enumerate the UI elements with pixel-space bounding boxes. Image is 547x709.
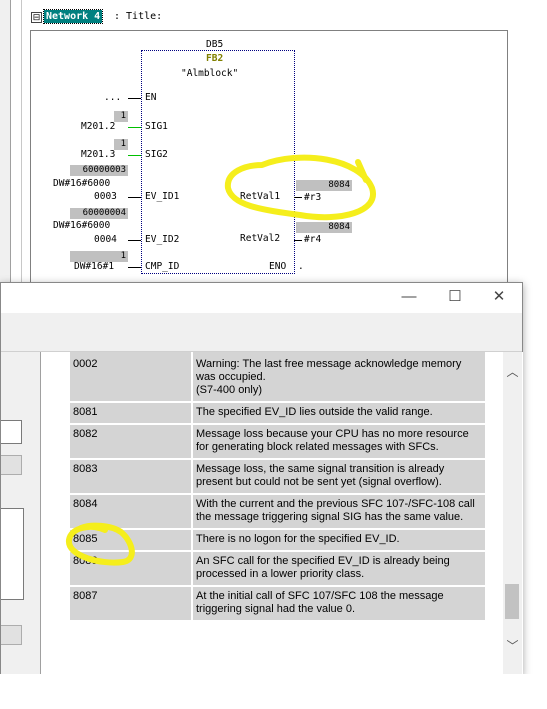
maximize-button[interactable]: ☐ <box>432 283 478 313</box>
description-cell: Message loss because your CPU has no mor… <box>191 425 485 460</box>
close-button[interactable]: ✕ <box>476 283 522 313</box>
help-toolbar <box>1 313 522 352</box>
vertical-scrollbar[interactable]: ︿ ﹀ <box>503 352 522 675</box>
description-cell: There is no logon for the specified EV_I… <box>191 530 485 552</box>
description-cell: The specified EV_ID lies outside the val… <box>191 403 485 425</box>
list-topics-button[interactable] <box>1 455 22 475</box>
bottom-area <box>0 674 547 709</box>
scroll-thumb[interactable] <box>505 584 519 619</box>
navigation-pane <box>1 352 39 675</box>
display-button[interactable] <box>1 625 22 645</box>
retval1-highlight-ellipse <box>224 154 376 221</box>
title-bar[interactable]: — ☐ ✕ <box>1 283 522 313</box>
search-input[interactable] <box>1 420 22 444</box>
topics-list[interactable] <box>1 508 24 600</box>
description-cell: An SFC call for the specified EV_ID is a… <box>191 552 485 587</box>
description-cell: Message loss, the same signal transition… <box>191 460 485 495</box>
help-content-pane: only)0002Warning: The last free message … <box>40 352 523 675</box>
code-8084-highlight-circle <box>66 522 135 566</box>
help-window: — ☐ ✕ only)0002Warning: The last free me… <box>0 282 523 676</box>
minimize-button[interactable]: — <box>386 283 432 313</box>
description-cell: At the initial call of SFC 107/SFC 108 t… <box>191 587 485 622</box>
description-cell: With the current and the previous SFC 10… <box>191 495 485 530</box>
scroll-up-icon[interactable]: ︿ <box>503 364 522 381</box>
description-cell: Warning: The last free message acknowled… <box>191 352 485 403</box>
scroll-down-icon[interactable]: ﹀ <box>503 638 522 655</box>
